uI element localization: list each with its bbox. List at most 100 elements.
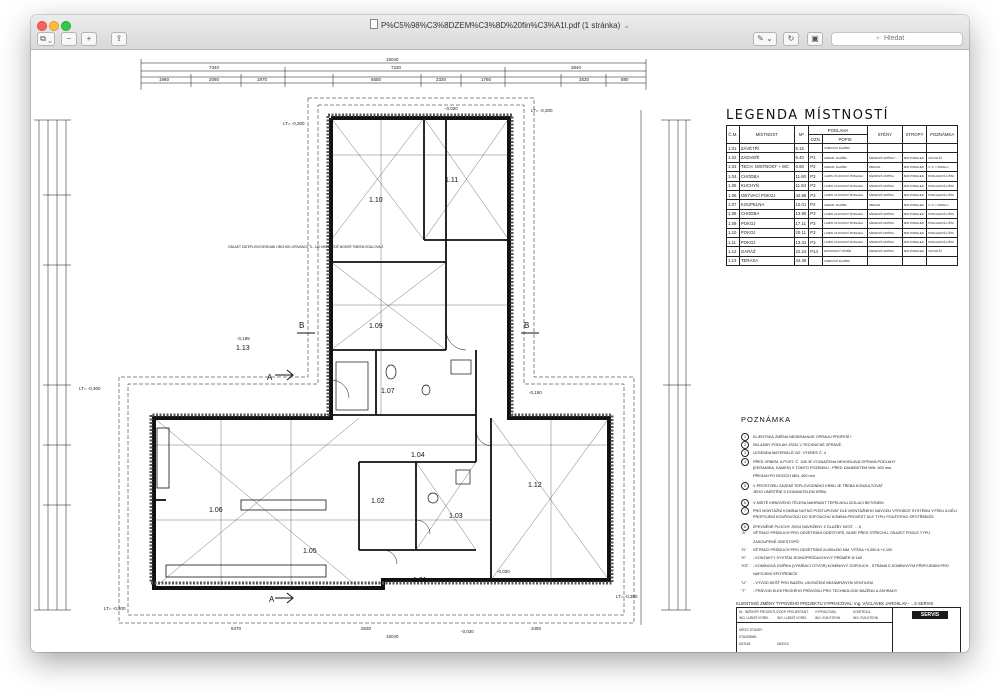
tb-cell: STAVEBNÍK: (739, 635, 758, 639)
markup-toolbar-button[interactable]: ▣ (807, 32, 823, 46)
note-item: JEHO UMÍSTĚNÍ S DODAVATELEM KRBU (741, 490, 826, 494)
legend-row: 1.10 POKOJ 20.11 P3 LAMIN. PLOVOUCÍ PODLAHA S… (726, 227, 958, 238)
legend-cell-o: P3 (808, 171, 824, 182)
dim-top-sub-1: 1960 (159, 77, 170, 82)
tb-cell: ING. LUBOŠ VOREL (777, 616, 807, 620)
legend-cell-s: SÁDROVÁ OMÍTKA (866, 246, 903, 257)
markup-button[interactable]: ✎ ⌄ (753, 32, 777, 46)
level-tag: -0,020 (497, 569, 510, 574)
note-text: LEGENDA MATERIÁLŮ VIZ. VÝKRES Č. 4 (753, 451, 826, 456)
note-text: JEHO UMÍSTĚNÍ S DODAVATELEM KRBU (753, 490, 827, 495)
legend-cell-n: PODLAHOVÁ LIŠTA (926, 171, 958, 182)
legend-cell-o: P3 (808, 189, 824, 201)
legend-cell-o: P3 (808, 236, 824, 248)
legend-cell-s: SÁDROVÁ OMÍTKA (866, 236, 903, 248)
legend-cell-n: PODLAHOVÁ LIŠTA (926, 189, 958, 201)
legend-cell-t: SDK PODHLED (901, 227, 928, 238)
note-item: 6 V MÍSTĚ KRBOVÉHO TĚLESA NAHRADIT TEPELN… (741, 498, 884, 507)
legend-cell-t: SDK PODHLED (901, 171, 928, 182)
section-mark-a: A (269, 595, 275, 604)
legend-cell-m: GARÁŽ (738, 246, 795, 257)
note-mark: 2 (741, 441, 749, 450)
legend-cell-p: ZÁMKOVÁ DLAŽBA (822, 142, 868, 154)
tb-cell: DATUM: (739, 642, 751, 646)
section-mark-a: A (267, 373, 273, 382)
tb-cell: ING. EVA STEHN (815, 616, 841, 620)
legend-cell-p: LAMIN. PLOVOUCÍ PODLAHA (822, 189, 868, 201)
note-text: NAPOJENÍ SPOTŘEBIČE (753, 572, 798, 577)
legend-cell-a: 13.90 (793, 208, 810, 220)
legend-cell-n: PODLAHOVÁ LIŠTA (926, 180, 958, 191)
pen-icon: ✎ ⌄ (757, 34, 773, 43)
level-tag: LT= -0,300 (531, 108, 553, 113)
section-mark-b: B (299, 321, 304, 330)
sidebar-toggle-button[interactable]: ⧉ ⌄ (37, 32, 55, 46)
dim-bottom-total: 15040 (386, 634, 399, 639)
note-item: PŘESAH PO BOCÍCH MIN. 400 mm (741, 474, 815, 478)
dim-top-total: 15040 (386, 57, 399, 62)
legend-cell-o (808, 255, 824, 267)
legend-cell-n: VIZ DALŠÍ (926, 152, 958, 163)
legend-cell-o (808, 142, 824, 154)
note-item: "K" - KONTAKTY SYSTÉM JEDNOPRŮDUCHOVÝ PRŮ… (741, 556, 862, 560)
legend-cell-s: OBKLAD (866, 199, 903, 210)
zoom-out-icon: − (66, 34, 72, 43)
legend-cell-s (866, 142, 903, 154)
note-mark: "K" (741, 556, 747, 560)
legend-cell-m: KOUPELNA (738, 199, 795, 210)
note-mark: 8 (741, 523, 749, 532)
room-legend-table: Č.M. MÍSTNOST M² PODLAHA STĚNY STROPY PO… (726, 125, 958, 267)
note-text: - PRŮVOD ELEKTRICKÉHO PRŮVODU PRO TECHNO… (753, 588, 898, 593)
dim-top-sub-3: 1970 (257, 77, 268, 82)
col-podlaha: PODLAHA (808, 125, 868, 135)
room-label-1-02: 1.02 (371, 498, 385, 505)
legend-cell-s: SÁDROVÁ OMÍTKA / ... (866, 152, 903, 163)
share-button[interactable]: ⇪ (111, 32, 127, 46)
pdf-page[interactable]: 1.10 1.11 1.09 1.13 1.07 1.04 1.06 1.05 … (31, 50, 969, 652)
room-label-1-05: 1.05 (303, 548, 317, 555)
note-item: "D" VĚTRACÍ PRŮDUCH PRO ODVĚTRÁNÍ 2x150x1… (741, 548, 892, 552)
dim-top-1: 7340 (209, 65, 220, 70)
note-text: V PROSTORU ZÁZEMÍ TEPLOVODNÍHO KRBU JE T… (753, 484, 883, 489)
legend-cell-m: ZÁDVEŘÍ (738, 152, 795, 163)
legend-cell-s: SÁDROVÁ OMÍTKA (866, 218, 903, 229)
legend-cell-t: SDK PODHLED (901, 246, 928, 257)
col-mistnost: MÍSTNOST (738, 125, 795, 144)
dim-top-sub-5: 2320 (436, 77, 447, 82)
zoom-in-button[interactable]: + (81, 32, 97, 46)
note-mark: 7 (741, 506, 749, 515)
room-label-1-12: 1.12 (528, 482, 542, 489)
level-tag: LT= -0,300 (283, 121, 305, 126)
tb-cell: KONTROLA (853, 610, 871, 614)
legend-cell-p: ZÁMKOVÁ DLAŽBA (822, 255, 868, 267)
dim-top-2: 7220 (391, 65, 402, 70)
note-text: SKLADBY PODLAH JSOU V TECHNICKÉ ZPRÁVĚ. (753, 443, 843, 448)
window-title-area[interactable]: P%C5%98%C3%8DZEM%C3%8D%20fin%C3%A1l.pdf … (31, 19, 969, 30)
legend-cell-t (901, 142, 928, 154)
legend-cell-t: SDK PODHLED (901, 152, 928, 163)
legend-cell-s: SÁDROVÁ OMÍTKA (866, 171, 903, 182)
note-text: VĚTRACÍ PRŮDUCH PRO ODVĚTRÁNÍ ODESTOPŮ, … (753, 531, 931, 536)
dim-top-sub-7: 2520 (579, 77, 590, 82)
note-text: PŘESAH PO BOCÍCH MIN. 400 mm (753, 474, 815, 478)
tb-cell: VYPRACOVAL (815, 610, 837, 614)
note-text: PŘED VRBEM. A POST. Č. 108 JE VYZNAČENA … (753, 459, 896, 464)
legend-cell-n: PODLAHOVÁ LIŠTA (926, 227, 958, 238)
legend-cell-m: KUCHYŇ (738, 180, 795, 191)
level-tag: LT= -0,300 (616, 594, 638, 599)
notes-title: POZNÁMKA (741, 415, 792, 424)
dim-bottom-1: 6470 (231, 626, 242, 631)
legend-cell-a: 11.84 (793, 180, 810, 191)
legend-cell-o: P2 (808, 161, 824, 173)
legend-row: 1.11 POKOJ 13.31 P3 LAMIN. PLOVOUCÍ PODLAHA S… (726, 236, 958, 248)
note-text: KLIENTSKÁ ZMĚNA NEOBSAHUJE OPRAVU PROFES… (753, 435, 852, 439)
search-field[interactable]: ⌕ (831, 32, 963, 46)
legend-cell-c: 1.06 (726, 189, 740, 201)
preview-window: P%C5%98%C3%8DZEM%C3%8D%20fin%C3%A1l.pdf … (31, 15, 969, 652)
search-input[interactable] (884, 34, 954, 43)
legend-cell-t: SDK PODHLED (901, 236, 928, 248)
room-label-1-09: 1.09 (369, 323, 383, 330)
zoom-out-button[interactable]: − (61, 32, 77, 46)
rotate-button[interactable]: ↻ (783, 32, 799, 46)
tb-cell: MÍSTO STAVBY: (739, 628, 763, 632)
